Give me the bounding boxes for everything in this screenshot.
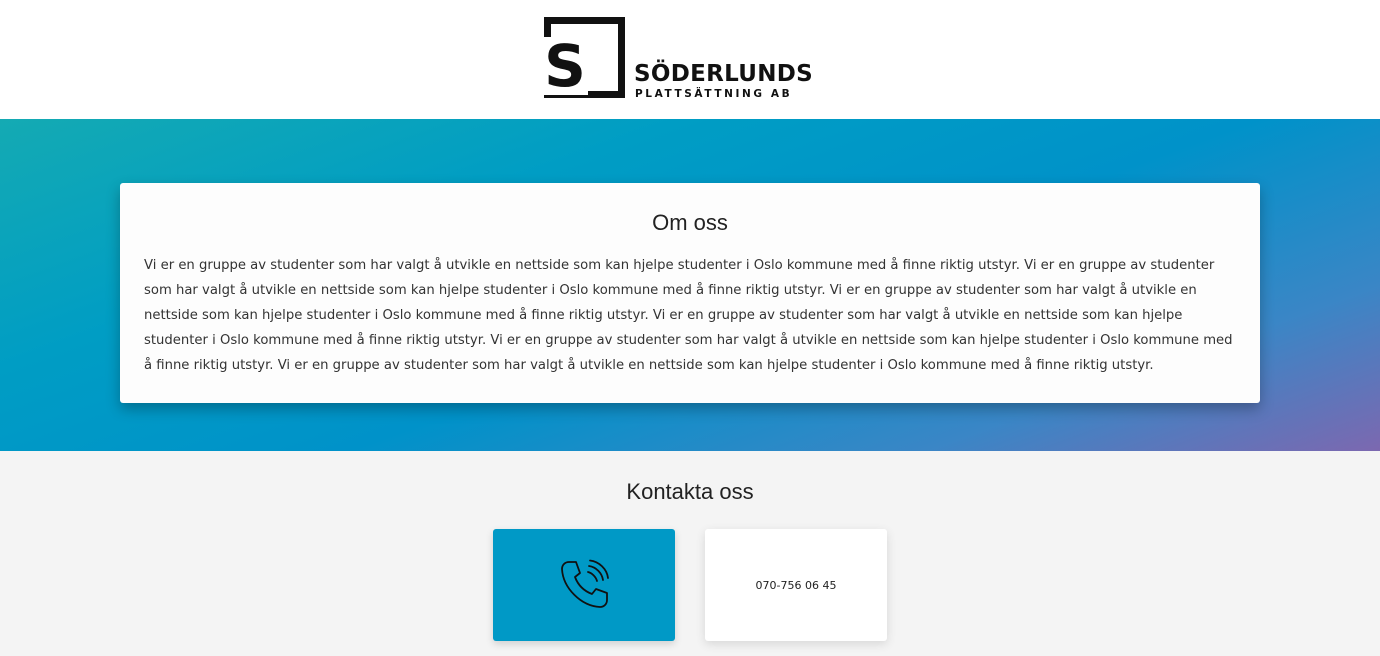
phone-call-icon: [561, 559, 609, 608]
contact-phone-icon-card[interactable]: [493, 529, 675, 641]
logo-letter: S: [542, 37, 588, 95]
contact-phone-card[interactable]: 070-756 06 45: [705, 529, 887, 641]
about-section: Om oss Vi er en gruppe av studenter som …: [0, 119, 1380, 451]
phone-number[interactable]: 070-756 06 45: [756, 579, 837, 592]
about-card: Om oss Vi er en gruppe av studenter som …: [120, 183, 1260, 403]
about-title: Om oss: [652, 210, 728, 235]
site-header: S SÖDERLUNDS PLATTSÄTTNING AB: [0, 0, 1380, 119]
contact-title: Kontakta oss: [626, 479, 754, 504]
company-logo[interactable]: S SÖDERLUNDS PLATTSÄTTNING AB: [542, 17, 819, 101]
logo-company-subtitle: PLATTSÄTTNING AB: [635, 88, 793, 100]
logo-company-name: SÖDERLUNDS: [634, 61, 814, 87]
about-text: Vi er en gruppe av studenter som har val…: [144, 258, 1233, 373]
contact-section: Kontakta oss 070-756 06 45: [0, 451, 1380, 656]
